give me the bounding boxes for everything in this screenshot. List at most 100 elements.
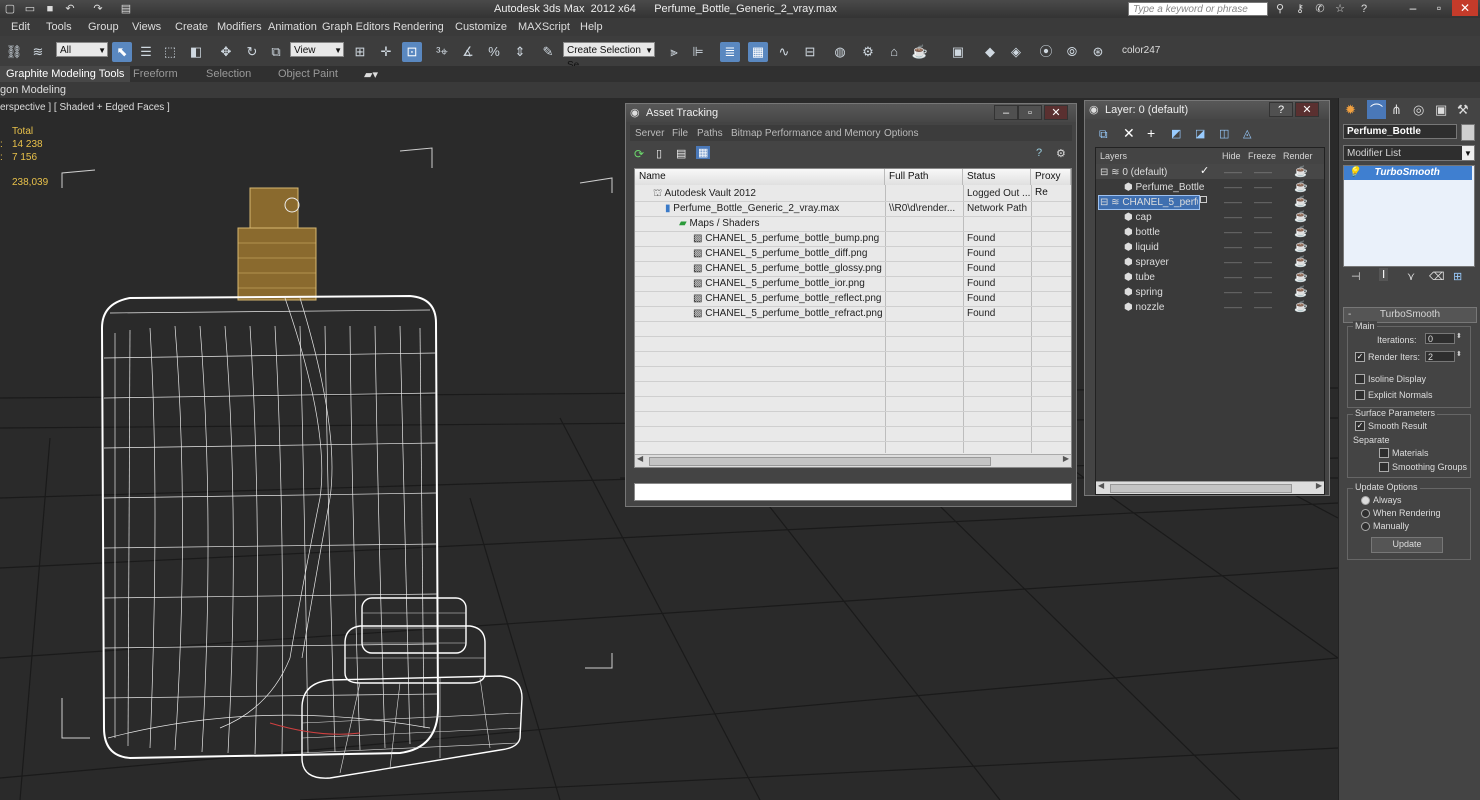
- asset-row-maps[interactable]: ▰ Maps / Shaders: [679, 216, 760, 231]
- hide-toggle[interactable]: ——: [1224, 212, 1242, 222]
- save-icon[interactable]: ■: [42, 2, 58, 16]
- asset-row-map[interactable]: ▧ CHANEL_5_perfume_bottle_ior.png: [693, 276, 865, 291]
- when-rendering-radio[interactable]: [1361, 509, 1370, 518]
- asset-row-map[interactable]: ▧ CHANEL_5_perfume_bottle_refract.png: [693, 306, 883, 321]
- render-teapot-icon[interactable]: ☕: [1294, 285, 1308, 298]
- select-objects-icon[interactable]: ◩: [1171, 127, 1181, 140]
- modify-tab-icon[interactable]: ⌒: [1367, 100, 1387, 119]
- render-teapot-icon[interactable]: ☕: [1294, 225, 1308, 238]
- menu-animation[interactable]: Animation: [268, 21, 317, 33]
- layer-manager-icon[interactable]: ≣: [720, 42, 740, 62]
- delete-layer-icon[interactable]: ✕: [1123, 125, 1135, 142]
- select-by-name-icon[interactable]: ☰: [136, 42, 156, 62]
- asset-menu-paths[interactable]: Paths: [697, 128, 723, 139]
- make-current-box[interactable]: [1200, 196, 1207, 203]
- redo-icon[interactable]: ↷: [90, 2, 106, 16]
- freeze-toggle[interactable]: ——: [1254, 302, 1272, 312]
- render-teapot-icon[interactable]: ☕: [1294, 240, 1308, 253]
- scale-icon[interactable]: ⧉: [266, 42, 286, 62]
- add-to-layer-icon[interactable]: +: [1147, 125, 1155, 141]
- stack-item-turbosmooth[interactable]: 💡 TurboSmooth: [1344, 166, 1472, 180]
- asset-maximize-button[interactable]: ▫: [1018, 105, 1042, 120]
- render-teapot-icon[interactable]: ☕: [1294, 180, 1308, 193]
- layer-object-sprayer[interactable]: ⬢ sprayer: [1124, 255, 1169, 270]
- menu-customize[interactable]: Customize: [455, 21, 507, 33]
- object-color-swatch[interactable]: [1461, 124, 1475, 141]
- binoculars-icon[interactable]: ⚲: [1272, 2, 1288, 16]
- render-teapot-icon[interactable]: ☕: [1294, 210, 1308, 223]
- hide-toggle[interactable]: ——: [1224, 242, 1242, 252]
- scroll-left-icon[interactable]: ◀: [637, 454, 643, 463]
- vray-tool-b-icon[interactable]: ◈: [1006, 42, 1026, 62]
- layer-help-button[interactable]: ?: [1269, 102, 1293, 117]
- scrollbar-thumb[interactable]: [1110, 484, 1292, 493]
- edit-named-selection-icon[interactable]: ✎: [538, 42, 558, 62]
- freeze-toggle[interactable]: ——: [1254, 197, 1272, 207]
- tab-object-paint[interactable]: Object Paint: [278, 68, 338, 80]
- modifier-list-dropdown[interactable]: Modifier List ▼: [1343, 145, 1475, 161]
- rect-selection-icon[interactable]: ⬚: [160, 42, 180, 62]
- viewport-label[interactable]: erspective ] [ Shaded + Edged Faces ]: [0, 102, 170, 113]
- project-folder-icon[interactable]: ▤: [118, 2, 134, 16]
- scrollbar-thumb[interactable]: [649, 457, 991, 466]
- reference-coordinate-dropdown[interactable]: View ▼: [290, 42, 344, 57]
- thumbnail-view-icon[interactable]: ▤: [676, 147, 686, 160]
- vray-tool-c-icon[interactable]: ⦿: [1036, 42, 1056, 62]
- table-view-icon[interactable]: ▦: [696, 146, 711, 159]
- create-tab-icon[interactable]: ✹: [1345, 102, 1356, 118]
- link-icon[interactable]: ⛓: [4, 42, 24, 62]
- undo-icon[interactable]: ↶: [62, 2, 78, 16]
- layer-row-chanel[interactable]: ⊟ ≋ CHANEL_5_perfume: [1100, 195, 1198, 210]
- vray-tool-a-icon[interactable]: ◆: [980, 42, 1000, 62]
- motion-tab-icon[interactable]: ◎: [1413, 102, 1424, 118]
- layer-row-default[interactable]: ⊟ ≋ 0 (default): [1100, 165, 1167, 180]
- render-iters-spinner[interactable]: 2: [1425, 351, 1455, 362]
- select-object-icon[interactable]: ⬉: [112, 42, 132, 62]
- key-icon[interactable]: ⚷: [1292, 2, 1308, 16]
- menu-tools[interactable]: Tools: [46, 21, 72, 33]
- tab-graphite-modeling[interactable]: Graphite Modeling Tools: [0, 66, 131, 82]
- pin-stack-icon[interactable]: ⊣: [1351, 270, 1361, 283]
- freeze-toggle[interactable]: ——: [1254, 272, 1272, 282]
- freeze-all-icon[interactable]: ◬: [1243, 127, 1251, 140]
- unlink-icon[interactable]: ≋: [28, 42, 48, 62]
- hide-toggle[interactable]: ——: [1224, 257, 1242, 267]
- menu-edit[interactable]: Edit: [11, 21, 30, 33]
- graphite-toggle-icon[interactable]: ▦: [748, 42, 768, 62]
- smoothing-groups-checkbox[interactable]: [1379, 462, 1389, 472]
- render-teapot-icon[interactable]: ☕: [1294, 195, 1308, 208]
- render-teapot-icon[interactable]: ☕: [1294, 255, 1308, 268]
- menu-create[interactable]: Create: [175, 21, 208, 33]
- iterations-spinner-arrows[interactable]: ⬍: [1456, 332, 1462, 340]
- help-search-input[interactable]: Type a keyword or phrase: [1128, 2, 1268, 16]
- polygon-modeling-label[interactable]: gon Modeling: [0, 84, 66, 96]
- menu-maxscript[interactable]: MAXScript: [518, 21, 570, 33]
- hide-toggle[interactable]: ——: [1224, 272, 1242, 282]
- col-layers[interactable]: Layers: [1100, 151, 1127, 161]
- update-button[interactable]: Update: [1371, 537, 1443, 553]
- manually-radio[interactable]: [1361, 522, 1370, 531]
- scroll-right-icon[interactable]: ▶: [1316, 481, 1322, 490]
- asset-menu-options[interactable]: Options: [884, 128, 918, 139]
- hierarchy-tab-icon[interactable]: ⋔: [1391, 102, 1402, 118]
- star-icon[interactable]: ☆: [1332, 2, 1348, 16]
- layer-close-button[interactable]: ✕: [1295, 102, 1319, 117]
- explicit-normals-checkbox[interactable]: [1355, 390, 1365, 400]
- menu-group[interactable]: Group: [88, 21, 119, 33]
- render-production-icon[interactable]: ☕: [910, 42, 930, 62]
- render-teapot-icon[interactable]: ☕: [1294, 165, 1308, 178]
- asset-close-button[interactable]: ✕: [1044, 105, 1068, 120]
- render-iters-spinner-arrows[interactable]: ⬍: [1456, 350, 1462, 358]
- vray-frame-buffer-icon[interactable]: ▣: [948, 42, 968, 62]
- select-manipulate-icon[interactable]: ✛: [376, 42, 396, 62]
- asset-horizontal-scrollbar[interactable]: ◀ ▶: [635, 454, 1071, 467]
- spinner-snap-icon[interactable]: ⇕: [510, 42, 530, 62]
- hide-toggle[interactable]: ——: [1224, 182, 1242, 192]
- freeze-toggle[interactable]: ——: [1254, 182, 1272, 192]
- object-name-field[interactable]: Perfume_Bottle: [1343, 124, 1457, 139]
- asset-menu-file[interactable]: File: [672, 128, 688, 139]
- scroll-left-icon[interactable]: ◀: [1098, 481, 1104, 490]
- show-end-result-icon[interactable]: Ⅰ: [1379, 268, 1389, 281]
- render-teapot-icon[interactable]: ☕: [1294, 300, 1308, 313]
- hide-toggle[interactable]: ——: [1224, 287, 1242, 297]
